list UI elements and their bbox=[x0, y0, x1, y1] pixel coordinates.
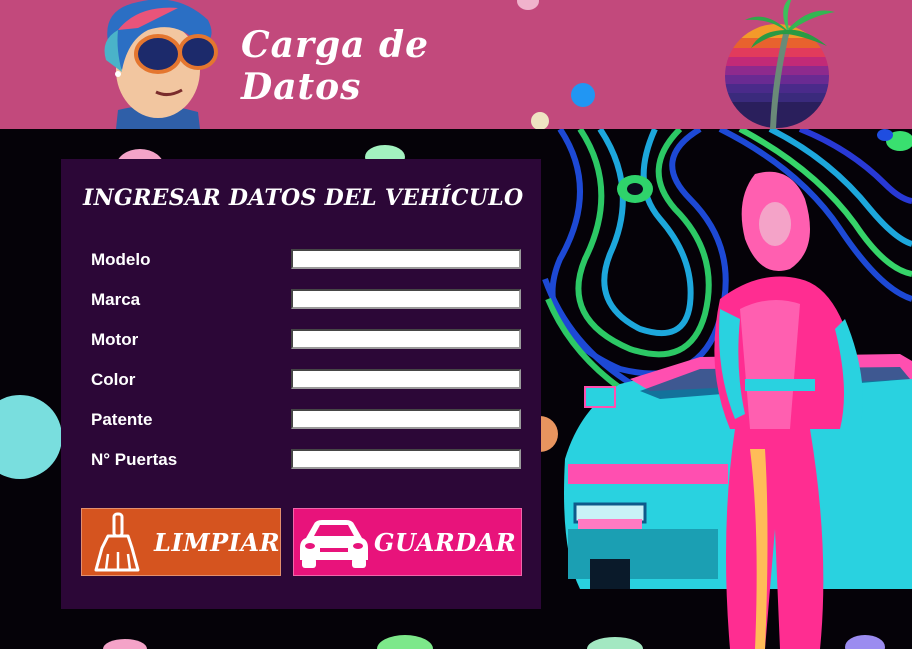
field-patente: Patente bbox=[91, 409, 521, 431]
field-marca: Marca bbox=[91, 289, 521, 311]
save-button-label: GUARDAR bbox=[374, 527, 517, 557]
decor-dot bbox=[517, 0, 539, 10]
decor-dot bbox=[531, 112, 549, 129]
marca-input[interactable] bbox=[291, 289, 521, 309]
field-label: Motor bbox=[91, 330, 139, 349]
car-icon bbox=[300, 520, 368, 568]
field-label: N° Puertas bbox=[91, 450, 178, 469]
field-label: Modelo bbox=[91, 250, 151, 269]
color-input[interactable] bbox=[291, 369, 521, 389]
field-color: Color bbox=[91, 369, 521, 391]
clear-button-label: LIMPIAR bbox=[154, 527, 281, 557]
decor-dot bbox=[571, 83, 595, 107]
header-banner: Carga de Datos bbox=[0, 0, 912, 129]
field-label: Marca bbox=[91, 290, 141, 309]
clear-button[interactable]: LIMPIAR bbox=[81, 508, 281, 576]
field-puertas: N° Puertas bbox=[91, 449, 521, 471]
dustpan-icon bbox=[94, 512, 140, 572]
form-title: INGRESAR DATOS DEL VEHÍCULO bbox=[83, 185, 524, 211]
field-label: Patente bbox=[91, 410, 153, 429]
modelo-input[interactable] bbox=[291, 249, 521, 269]
save-button[interactable]: GUARDAR bbox=[293, 508, 522, 576]
field-label: Color bbox=[91, 370, 136, 389]
field-modelo: Modelo bbox=[91, 249, 521, 271]
puertas-input[interactable] bbox=[291, 449, 521, 469]
sunset-palm-logo bbox=[725, 0, 835, 129]
avatar bbox=[104, 0, 218, 129]
page-title: Carga de Datos bbox=[241, 24, 430, 108]
vehicle-form-panel: INGRESAR DATOS DEL VEHÍCULO Modelo Marca… bbox=[61, 159, 541, 609]
motor-input[interactable] bbox=[291, 329, 521, 349]
patente-input[interactable] bbox=[291, 409, 521, 429]
field-motor: Motor bbox=[91, 329, 521, 351]
